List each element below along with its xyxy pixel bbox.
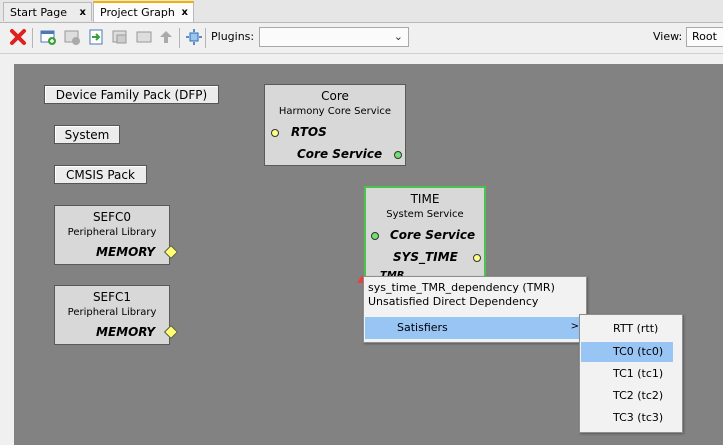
chevron-right-icon: > [570,321,579,332]
view-dropdown[interactable]: Root [686,27,723,47]
group-icon [136,31,152,43]
tab-label: Start Page [10,6,67,19]
chevron-down-icon: ⌄ [393,30,403,43]
node-sefc0[interactable]: SEFC0 Peripheral Library MEMORY [54,205,170,265]
port-connector-icon[interactable] [394,151,402,159]
export-icon [112,30,127,44]
node-title: Core [321,89,349,103]
fit-view-icon [186,29,202,45]
group-button[interactable] [134,27,154,47]
remove-component-icon [64,30,80,45]
port-sys-time: SYS_TIME [393,250,458,264]
dependency-context-menu: sys_time_TMR_dependency (TMR) Unsatisfie… [363,276,587,343]
port-rtos: RTOS [291,125,327,139]
node-sefc1[interactable]: SEFC1 Peripheral Library MEMORY [54,285,170,345]
port-memory: MEMORY [96,245,156,259]
add-component-button[interactable] [38,27,58,47]
import-icon [89,29,103,45]
port-core-service: Core Service [390,228,476,242]
tab-project-graph[interactable]: Project Graph x [93,1,194,22]
menu-item-satisfiers[interactable]: Satisfiers > [365,317,585,339]
fit-view-button[interactable] [184,27,204,47]
move-up-icon [160,31,172,43]
port-connector-icon[interactable] [473,254,481,262]
delete-button[interactable] [8,27,28,47]
port-connector-icon[interactable] [371,232,379,240]
pill-cmsis-pack[interactable]: CMSIS Pack [54,165,147,184]
import-button[interactable] [86,27,106,47]
remove-component-button[interactable] [62,27,82,47]
port-core-service: Core Service [297,147,383,161]
view-label: View: [653,30,683,43]
submenu-item-tc0[interactable]: TC0 (tc0) [581,342,673,362]
dependency-status: Unsatisfied Direct Dependency [368,295,539,308]
node-subtitle: System Service [386,209,464,220]
tab-start-page[interactable]: Start Page x [3,2,92,21]
node-time[interactable]: TIME System Service Core Service SYS_TIM… [364,186,486,281]
tab-bar: Start Page x Project Graph x [0,0,723,23]
export-button[interactable] [110,27,130,47]
close-icon[interactable]: x [80,3,86,22]
menu-item-label: Satisfiers [397,321,448,334]
toolbar: Plugins: ⌄ View: Root [0,23,723,54]
pill-system[interactable]: System [54,125,120,144]
satisfiers-submenu: RTT (rtt) TC0 (tc0) TC1 (tc1) TC2 (tc2) … [579,314,683,433]
port-memory: MEMORY [96,325,156,339]
node-subtitle: Harmony Core Service [278,106,392,117]
submenu-item-tc2[interactable]: TC2 (tc2) [581,386,673,406]
dependency-name: sys_time_TMR_dependency (TMR) [368,281,555,294]
node-title: SEFC0 [92,210,132,224]
plugins-dropdown[interactable]: ⌄ [259,27,409,47]
toolbar-separator [179,28,180,48]
port-connector-icon[interactable] [271,129,279,137]
toolbar-separator [32,28,33,48]
toolbar-separator [205,28,206,48]
node-subtitle: Peripheral Library [67,227,157,238]
node-core[interactable]: Core Harmony Core Service RTOS Core Serv… [264,84,406,166]
pill-dfp[interactable]: Device Family Pack (DFP) [44,85,219,104]
submenu-item-tc1[interactable]: TC1 (tc1) [581,364,673,384]
node-title: TIME [410,192,440,206]
submenu-item-rtt[interactable]: RTT (rtt) [581,319,673,339]
node-subtitle: Peripheral Library [67,307,157,318]
plugins-label: Plugins: [211,30,255,43]
move-up-button[interactable] [156,27,176,47]
add-component-icon [40,30,56,45]
node-title: SEFC1 [92,290,132,304]
tab-label: Project Graph [100,6,175,19]
close-icon[interactable]: x [182,3,188,22]
delete-icon [10,29,26,45]
submenu-item-tc3[interactable]: TC3 (tc3) [581,408,673,428]
